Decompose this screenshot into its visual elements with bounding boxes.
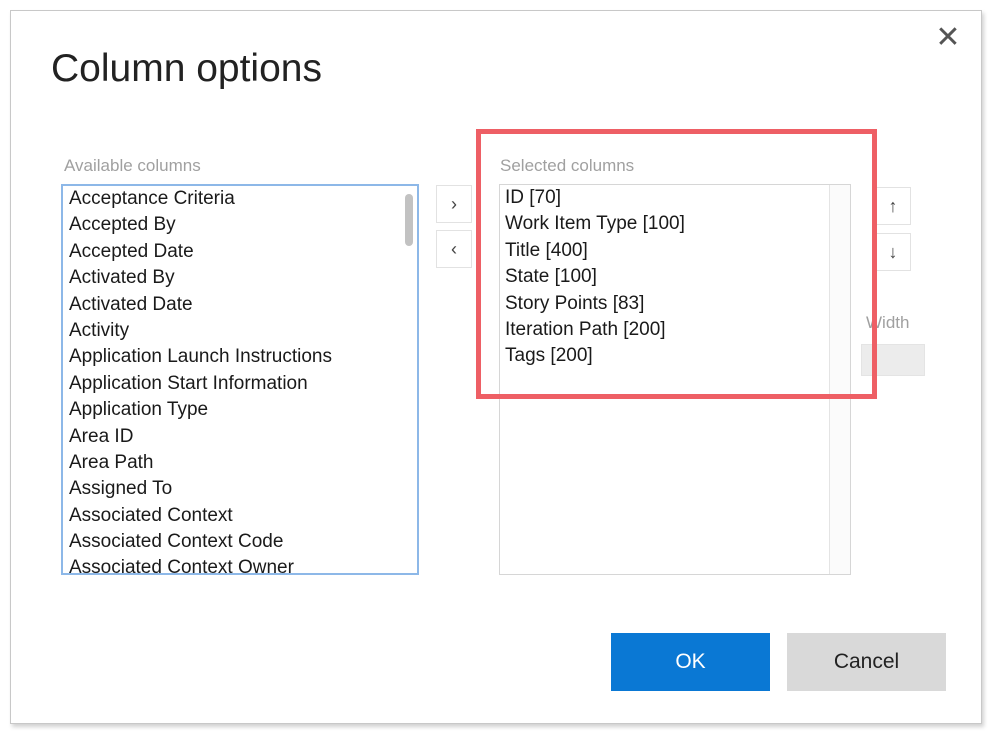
available-columns-list[interactable]: Acceptance Criteria Accepted By Accepted D… bbox=[61, 184, 419, 575]
available-column-item[interactable]: Activity bbox=[63, 318, 417, 344]
width-input[interactable] bbox=[861, 344, 925, 376]
close-icon[interactable]: ✕ bbox=[933, 23, 963, 53]
selected-columns-list[interactable]: ID [70] Work Item Type [100] Title [400] St… bbox=[499, 184, 851, 575]
selected-columns-label: Selected columns bbox=[500, 156, 635, 175]
available-column-item[interactable]: Assigned To bbox=[63, 476, 417, 502]
width-label: Width bbox=[866, 313, 910, 332]
selected-column-item[interactable]: Iteration Path [200] bbox=[500, 317, 850, 343]
move-down-button[interactable]: ↓ bbox=[875, 233, 911, 271]
available-column-item[interactable]: Accepted Date bbox=[63, 239, 417, 265]
available-columns-label: Available columns bbox=[64, 156, 201, 175]
available-column-item[interactable]: Associated Context Owner bbox=[63, 555, 417, 573]
available-column-item[interactable]: Area Path bbox=[63, 450, 417, 476]
selected-column-item[interactable]: ID [70] bbox=[500, 185, 850, 211]
available-column-item[interactable]: Associated Context bbox=[63, 503, 417, 529]
selected-column-item[interactable]: State [100] bbox=[500, 264, 850, 290]
dialog-title: Column options bbox=[51, 47, 322, 90]
available-column-item[interactable]: Associated Context Code bbox=[63, 529, 417, 555]
remove-column-button[interactable]: ‹ bbox=[436, 230, 472, 268]
available-column-item[interactable]: Activated By bbox=[63, 265, 417, 291]
available-column-item[interactable]: Application Start Information bbox=[63, 371, 417, 397]
available-column-item[interactable]: Application Launch Instructions bbox=[63, 344, 417, 370]
available-scrollbar[interactable] bbox=[401, 186, 417, 573]
selected-column-item[interactable]: Tags [200] bbox=[500, 343, 850, 369]
move-up-button[interactable]: ↑ bbox=[875, 187, 911, 225]
available-column-item[interactable]: Application Type bbox=[63, 397, 417, 423]
cancel-button[interactable]: Cancel bbox=[787, 633, 946, 691]
selected-column-item[interactable]: Story Points [83] bbox=[500, 291, 850, 317]
selected-scrollbar[interactable] bbox=[829, 185, 850, 574]
add-column-button[interactable]: › bbox=[436, 185, 472, 223]
available-column-item[interactable]: Activated Date bbox=[63, 292, 417, 318]
available-column-item[interactable]: Accepted By bbox=[63, 212, 417, 238]
available-column-item[interactable]: Acceptance Criteria bbox=[63, 186, 417, 212]
column-options-dialog: ✕ Column options Available columns Accep… bbox=[10, 10, 982, 724]
selected-column-item[interactable]: Title [400] bbox=[500, 238, 850, 264]
selected-column-item[interactable]: Work Item Type [100] bbox=[500, 211, 850, 237]
ok-button[interactable]: OK bbox=[611, 633, 770, 691]
scrollbar-thumb[interactable] bbox=[405, 194, 413, 246]
available-column-item[interactable]: Area ID bbox=[63, 424, 417, 450]
